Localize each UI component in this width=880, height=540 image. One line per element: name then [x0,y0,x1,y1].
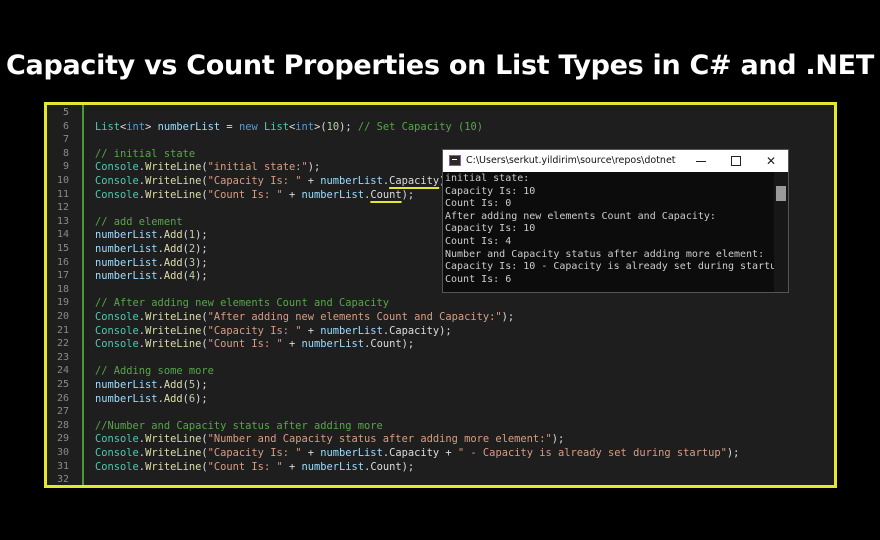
code-comment: // initial state [95,147,196,160]
code-line: numberList.Add(6); [95,392,208,405]
line-number: 11 [56,188,69,200]
line-number: 29 [56,433,69,445]
line-number: 16 [56,256,69,268]
code-line: numberList.Add(5); [95,379,208,391]
console-line: initial state: [445,173,530,184]
capacity-highlight: Capacity [389,175,440,187]
line-number: 23 [56,351,69,363]
line-number: 15 [56,243,69,254]
console-titlebar[interactable]: C:\Users\serkut.yildirim\source\repos\do… [443,150,788,172]
close-button[interactable]: ✕ [753,150,788,172]
console-line: Count Is: 6 [445,273,512,285]
minimize-icon [696,160,706,162]
code-line: numberList.Add(1); [95,229,208,242]
line-number: 25 [56,379,69,390]
line-number: 27 [56,406,69,418]
line-number: 7 [62,134,69,146]
console-line: Capacity Is: 10 [445,185,536,197]
code-line: Console.WriteLine("Count Is: " + numberL… [95,460,415,473]
console-line: After adding new elements Count and Capa… [445,210,716,222]
line-number: 21 [56,324,69,336]
line-number: 22 [56,338,69,350]
code-comment: // After adding new elements Count and C… [95,297,390,310]
minimize-button[interactable] [683,150,719,172]
line-number: 13 [56,215,69,227]
line-number: 8 [62,147,69,159]
line-number: 6 [62,120,69,132]
line-number: 30 [56,447,69,458]
code-comment: // add element [95,215,183,228]
count-highlight: Count [370,188,402,201]
line-number: 19 [56,297,69,309]
console-line: Number and Capacity status after adding … [445,248,765,260]
console-line: Count Is: 0 [445,198,512,210]
code-line: Console.WriteLine("Count Is: " + numberL… [95,188,415,201]
code-line: Console.WriteLine("After adding new elem… [95,311,515,323]
gutter-change-indicator [82,105,84,485]
code-line: numberList.Add(2); [95,243,208,255]
code-line: List<int> numberList = new List<int>(10)… [95,120,483,133]
line-number: 9 [62,161,69,173]
console-window[interactable]: C:\Users\serkut.yildirim\source\repos\do… [442,149,789,293]
console-title: C:\Users\serkut.yildirim\source\repos\do… [466,155,676,166]
code-line: numberList.Add(4); [95,270,208,283]
console-app-icon [449,155,461,166]
close-icon: ✕ [765,154,777,168]
code-line: Console.WriteLine("Capacity Is: " + numb… [95,175,452,187]
line-number: 26 [56,392,69,404]
page-title: Capacity vs Count Properties on List Typ… [6,50,874,81]
console-line: Capacity Is: 10 [445,223,536,235]
line-number: 17 [56,270,69,282]
line-number: 5 [62,107,69,118]
line-number: 28 [56,419,69,431]
maximize-icon [731,156,741,166]
console-line: Capacity Is: 10 - Capacity is already se… [445,261,783,273]
code-line: Console.WriteLine("Number and Capacity s… [95,433,565,446]
line-number: 10 [56,175,69,186]
line-number: 20 [56,311,69,322]
code-line: Console.WriteLine("initial state:"); [95,161,321,174]
console-output[interactable]: initial state: Capacity Is: 10 Count Is:… [443,172,782,292]
maximize-button[interactable] [718,150,754,172]
console-line: Count Is: 4 [445,236,512,247]
line-number: 18 [56,283,69,295]
code-line: numberList.Add(3); [95,256,208,269]
code-line: Console.WriteLine("Capacity Is: " + numb… [95,324,452,337]
line-number: 12 [56,202,69,214]
line-number: 14 [56,229,69,241]
line-number: 31 [56,460,69,472]
line-number: 32 [56,474,69,486]
code-comment: // Adding some more [95,365,214,378]
line-number: 24 [56,365,69,377]
scrollbar-thumb[interactable] [776,186,786,201]
code-line: Console.WriteLine("Capacity Is: " + numb… [95,447,740,459]
code-comment: //Number and Capacity status after addin… [95,419,383,432]
code-line: Console.WriteLine("Count Is: " + numberL… [95,338,415,351]
